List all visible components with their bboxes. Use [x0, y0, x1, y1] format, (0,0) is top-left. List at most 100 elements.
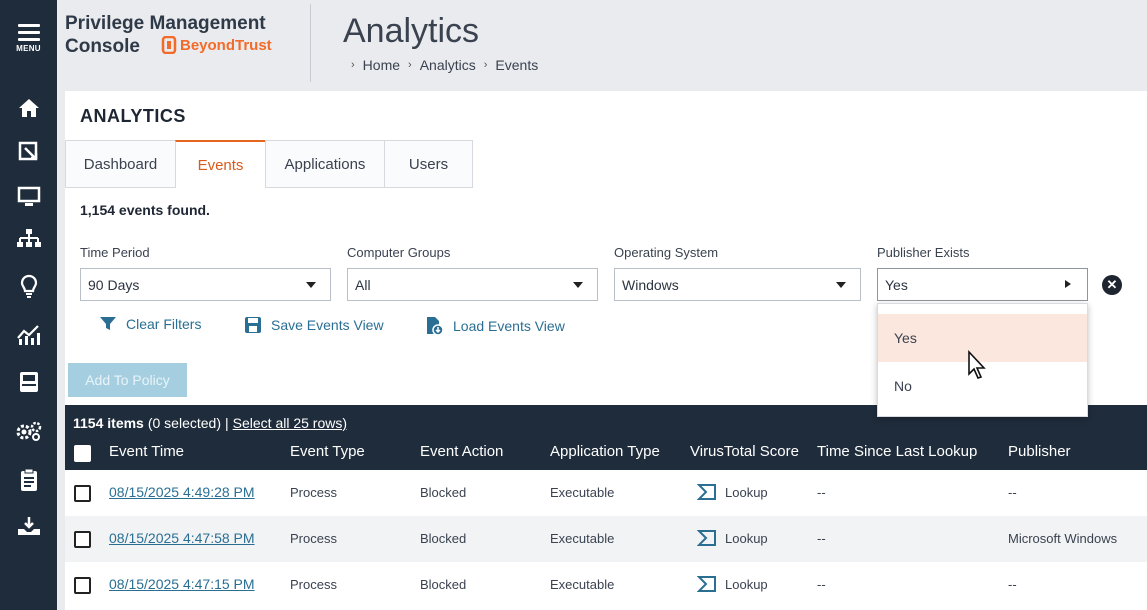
publisher: --: [1008, 577, 1017, 592]
tab-dashboard[interactable]: Dashboard: [65, 140, 175, 188]
col-virustotal-score[interactable]: VirusTotal Score: [690, 443, 799, 460]
events-found-count: 1,154 events found.: [80, 202, 210, 218]
grid-summary: 1154 items (0 selected) | Select all 25 …: [73, 415, 347, 431]
event-type: Process: [290, 485, 337, 500]
policy-icon[interactable]: [0, 136, 57, 166]
add-to-policy-button[interactable]: Add To Policy: [68, 363, 187, 397]
save-events-view-label: Save Events View: [271, 317, 384, 333]
event-time-link[interactable]: 08/15/2025 4:47:58 PM: [109, 530, 255, 546]
row-checkbox[interactable]: [74, 531, 91, 548]
time-period-value: 90 Days: [88, 276, 140, 293]
breadcrumb-home[interactable]: Home: [363, 57, 400, 73]
computer-icon[interactable]: [0, 182, 57, 212]
event-action: Blocked: [420, 485, 467, 500]
event-time-link[interactable]: 08/15/2025 4:49:28 PM: [109, 484, 255, 500]
col-event-time[interactable]: Event Time: [109, 443, 184, 460]
save-events-view-link[interactable]: Save Events View: [244, 316, 384, 334]
table-row[interactable]: 08/15/2025 4:47:15 PM Process Blocked Ex…: [65, 562, 1147, 608]
section-heading: ANALYTICS: [80, 106, 186, 126]
computer-groups-value: All: [355, 276, 371, 293]
tab-applications[interactable]: Applications: [265, 140, 384, 188]
load-events-view-link[interactable]: Load Events View: [424, 316, 565, 336]
selected-count: (0 selected): [147, 415, 221, 431]
tab-events[interactable]: Events: [175, 140, 265, 188]
event-type: Process: [290, 531, 337, 546]
publisher: Microsoft Windows: [1008, 531, 1118, 546]
event-time-link[interactable]: 08/15/2025 4:47:15 PM: [109, 576, 255, 592]
tab-bar: Dashboard Events Applications Users: [65, 140, 473, 188]
clear-filter-close-icon[interactable]: ✕: [1102, 275, 1122, 295]
header-divider: [310, 4, 311, 82]
select-all-link[interactable]: Select all 25 rows): [233, 415, 347, 431]
col-time-since-lookup[interactable]: Time Since Last Lookup: [817, 443, 977, 460]
table-row[interactable]: 08/15/2025 4:49:28 PM Process Blocked Ex…: [65, 470, 1147, 516]
load-events-view-label: Load Events View: [453, 318, 565, 334]
filter-label-operating-system: Operating System: [614, 245, 719, 260]
virustotal-lookup[interactable]: Lookup: [697, 483, 768, 501]
lookup-label: Lookup: [725, 484, 768, 500]
filter-label-publisher-exists: Publisher Exists: [877, 245, 970, 260]
lookup-label: Lookup: [725, 530, 768, 546]
hierarchy-icon[interactable]: [0, 224, 57, 254]
event-action: Blocked: [420, 577, 467, 592]
menu-label: MENU: [16, 44, 41, 53]
brand-line-1: Privilege Management: [65, 13, 266, 34]
time-since-lookup: --: [817, 531, 826, 546]
event-action: Blocked: [420, 531, 467, 546]
time-period-select[interactable]: 90 Days: [80, 268, 331, 301]
clear-filters-link[interactable]: Clear Filters: [99, 316, 201, 332]
chevron-right-icon: ›: [351, 59, 355, 71]
virustotal-icon: [697, 484, 716, 500]
load-file-icon: [427, 317, 444, 336]
chevron-down-icon: [836, 282, 846, 288]
deploy-icon[interactable]: [0, 511, 57, 541]
caret-right-icon: [1065, 280, 1071, 288]
page-title: Analytics: [343, 12, 480, 50]
settings-icon[interactable]: [0, 416, 57, 446]
breadcrumb-analytics[interactable]: Analytics: [420, 57, 476, 73]
home-icon[interactable]: [0, 93, 57, 123]
clipboard-icon[interactable]: [0, 465, 57, 495]
menu-button[interactable]: MENU: [0, 24, 57, 53]
event-type: Process: [290, 577, 337, 592]
virustotal-lookup[interactable]: Lookup: [697, 575, 768, 593]
breadcrumb-events: Events: [495, 57, 539, 73]
col-event-type[interactable]: Event Type: [290, 443, 365, 460]
chevron-down-icon: [573, 282, 583, 288]
computer-groups-select[interactable]: All: [347, 268, 598, 301]
application-type: Executable: [550, 485, 615, 500]
chevron-down-icon: [306, 282, 316, 288]
col-application-type[interactable]: Application Type: [550, 443, 660, 460]
chevron-right-icon: ›: [483, 59, 488, 71]
brand-logo-text: BeyondTrust: [180, 36, 272, 54]
application-type: Executable: [550, 577, 615, 592]
summary-separator: |: [225, 415, 229, 431]
operating-system-select[interactable]: Windows: [614, 268, 861, 301]
filter-icon: [100, 317, 116, 330]
lookup-label: Lookup: [725, 576, 768, 592]
inbox-icon[interactable]: [0, 367, 57, 397]
analytics-icon[interactable]: [0, 320, 57, 350]
row-checkbox[interactable]: [74, 577, 91, 594]
save-icon: [245, 317, 261, 333]
hamburger-icon: [17, 24, 40, 41]
time-since-lookup: --: [817, 577, 826, 592]
app-header: Privilege Management Console BeyondTrust…: [57, 0, 1147, 91]
items-count: 1154 items: [73, 415, 144, 431]
table-row[interactable]: 08/15/2025 4:47:58 PM Process Blocked Ex…: [65, 516, 1147, 562]
content-panel: ANALYTICS Dashboard Events Applications …: [65, 91, 1147, 610]
beyondtrust-logo: BeyondTrust: [161, 36, 272, 54]
chevron-right-icon: ›: [408, 59, 412, 71]
row-checkbox[interactable]: [74, 485, 91, 502]
publisher-exists-select[interactable]: Yes: [877, 268, 1088, 301]
lightbulb-icon[interactable]: [0, 271, 57, 301]
publisher-exists-value: Yes: [885, 276, 908, 293]
col-publisher[interactable]: Publisher: [1008, 443, 1071, 460]
tab-users[interactable]: Users: [384, 140, 473, 188]
time-since-lookup: --: [817, 485, 826, 500]
filter-label-computer-groups: Computer Groups: [347, 245, 451, 260]
virustotal-lookup[interactable]: Lookup: [697, 529, 768, 547]
col-event-action[interactable]: Event Action: [420, 443, 503, 460]
publisher: --: [1008, 485, 1017, 500]
select-all-checkbox[interactable]: [74, 445, 91, 462]
